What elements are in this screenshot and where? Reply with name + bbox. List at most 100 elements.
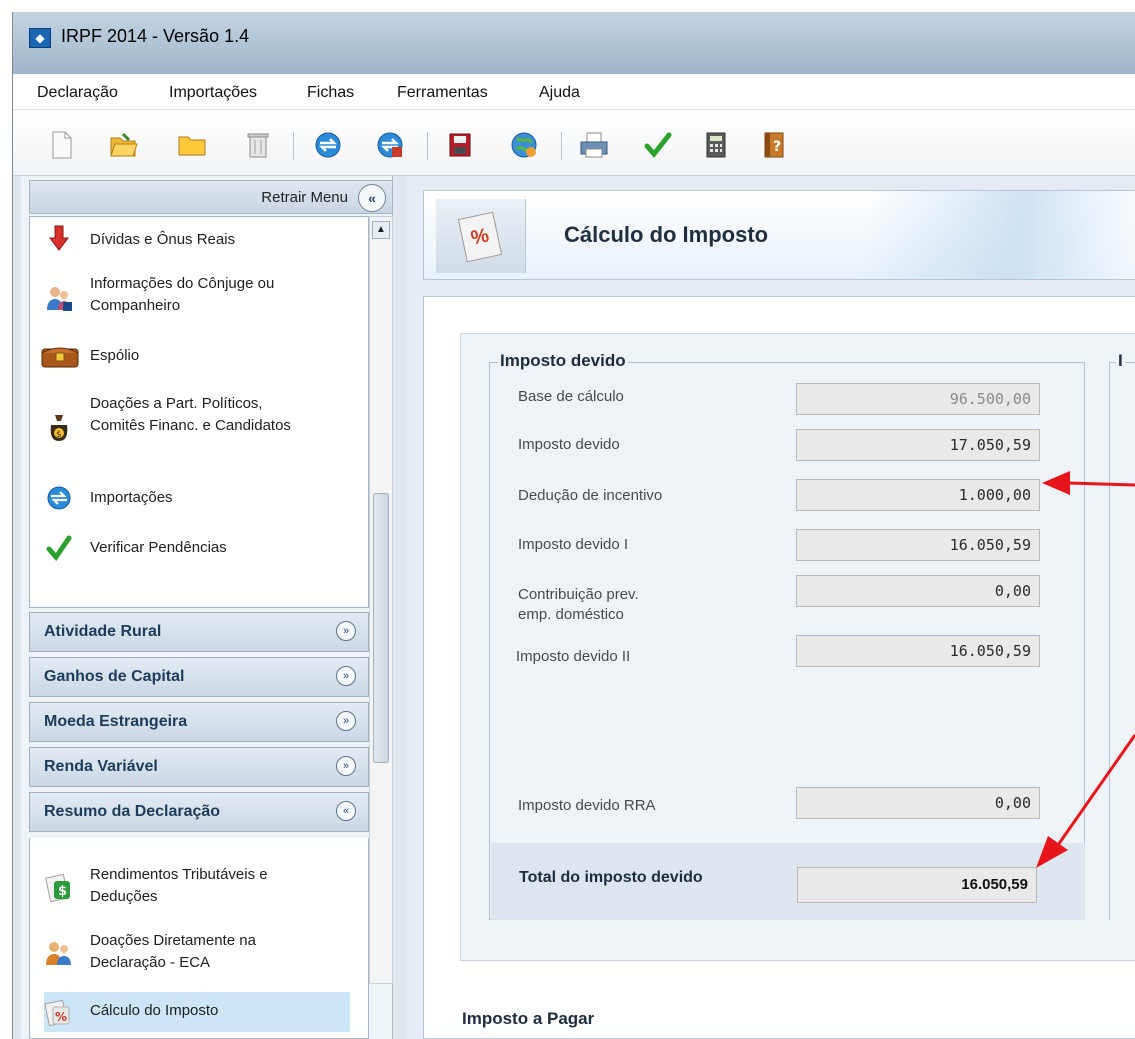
save-icon[interactable] bbox=[445, 130, 475, 160]
section-resumo-da-declaracao[interactable]: Resumo da Declaração « bbox=[29, 792, 369, 832]
svg-text:%: % bbox=[55, 1010, 67, 1024]
help-book-icon[interactable]: ? bbox=[759, 130, 789, 160]
chest-icon bbox=[40, 341, 80, 371]
imposto-devido-group: Imposto devido Base de cálculo 96.500,00… bbox=[489, 351, 1085, 920]
field-label: Imposto devido RRA bbox=[518, 797, 656, 814]
calculator-icon[interactable] bbox=[701, 130, 731, 160]
section-label: Moeda Estrangeira bbox=[44, 713, 188, 730]
section-label: Resumo da Declaração bbox=[44, 803, 221, 820]
expand-chevron-icon[interactable]: » bbox=[336, 756, 356, 776]
toolbar: ? bbox=[13, 110, 1135, 176]
section-moeda-estrangeira[interactable]: Moeda Estrangeira » bbox=[29, 702, 369, 742]
window-title: IRPF 2014 - Versão 1.4 bbox=[61, 26, 250, 46]
base-de-calculo-field: 96.500,00 bbox=[796, 383, 1040, 415]
sidebar-item-label: Importações bbox=[90, 489, 173, 506]
group-title: I bbox=[1116, 351, 1125, 371]
scroll-up-icon[interactable]: ▲ bbox=[372, 221, 390, 239]
globe-icon[interactable] bbox=[509, 130, 539, 160]
title-bar: ◆ IRPF 2014 - Versão 1.4 bbox=[13, 12, 1135, 74]
sidebar-item-label: Rendimentos Tributáveis e Deduções bbox=[90, 866, 268, 905]
sidebar-item-label: Verificar Pendências bbox=[90, 539, 227, 556]
print-icon[interactable] bbox=[579, 130, 609, 160]
section-renda-variavel[interactable]: Renda Variável » bbox=[29, 747, 369, 787]
people-icon bbox=[44, 938, 74, 968]
menu-ajuda[interactable]: Ajuda bbox=[539, 84, 580, 102]
import-icon bbox=[44, 483, 74, 513]
menu-declaracao[interactable]: Declaração bbox=[37, 84, 118, 102]
page-title: Cálculo do Imposto bbox=[564, 222, 769, 247]
application-window: ◆ IRPF 2014 - Versão 1.4 Declaração Impo… bbox=[12, 12, 1135, 1039]
toolbar-separator bbox=[561, 132, 562, 160]
sidebar-scrollbar[interactable]: ▲ bbox=[369, 216, 393, 984]
expand-chevron-icon[interactable]: » bbox=[336, 621, 356, 641]
sidebar-item-label: Informações do Cônjuge ou Companheiro bbox=[90, 275, 275, 314]
imposto-devido-ii-field: 16.050,59 bbox=[796, 635, 1040, 667]
section-ganhos-de-capital[interactable]: Ganhos de Capital » bbox=[29, 657, 369, 697]
donation-bag-icon: $ bbox=[44, 413, 74, 443]
summary-submenu: $ Rendimentos Tributáveis e Deduções Doa… bbox=[29, 838, 369, 1039]
second-group: I bbox=[1109, 351, 1135, 920]
banner-image: % bbox=[436, 199, 526, 273]
sidebar-item-label: Cálculo do Imposto bbox=[90, 1002, 219, 1019]
imposto-devido-i-field: 16.050,59 bbox=[796, 529, 1040, 561]
toolbar-separator bbox=[293, 132, 294, 160]
transmit-icon[interactable] bbox=[375, 130, 405, 160]
total-band: Total do imposto devido 16.050,59 bbox=[491, 843, 1085, 920]
collapse-menu-button[interactable]: « bbox=[358, 184, 386, 212]
sidebar-item-label: Espólio bbox=[90, 347, 140, 364]
total-imposto-devido-field: 16.050,59 bbox=[797, 867, 1037, 903]
money-card-icon: $ bbox=[44, 872, 74, 902]
section-label: Renda Variável bbox=[44, 758, 158, 775]
field-label: Base de cálculo bbox=[518, 388, 624, 405]
imposto-a-pagar-title: Imposto a Pagar bbox=[462, 1009, 595, 1028]
imposto-devido-field: 17.050,59 bbox=[796, 429, 1040, 461]
sidebar-item-label: Dívidas e Ônus Reais bbox=[90, 231, 236, 248]
check-icon bbox=[44, 533, 74, 563]
svg-text:$: $ bbox=[58, 884, 67, 899]
folder-icon[interactable] bbox=[177, 130, 207, 160]
field-label: Imposto devido II bbox=[516, 648, 631, 665]
menu-fichas[interactable]: Fichas bbox=[307, 84, 354, 102]
tax-panel: Imposto devido Base de cálculo 96.500,00… bbox=[460, 333, 1135, 961]
sidebar-menu-list: Dívidas e Ônus Reais Informações do Cônj… bbox=[29, 216, 369, 608]
menu-bar: Declaração Importações Fichas Ferramenta… bbox=[13, 74, 1135, 110]
expand-chevron-icon[interactable]: » bbox=[336, 711, 356, 731]
import-icon[interactable] bbox=[313, 130, 343, 160]
field-label: Imposto devido bbox=[518, 436, 620, 453]
open-folder-icon[interactable] bbox=[109, 130, 139, 160]
section-atividade-rural[interactable]: Atividade Rural » bbox=[29, 612, 369, 652]
svg-text:$: $ bbox=[56, 430, 62, 440]
section-label: Ganhos de Capital bbox=[44, 668, 185, 685]
collapse-menu-label: Retrair Menu bbox=[261, 189, 348, 206]
field-label: Contribuição prev. emp. doméstico bbox=[518, 586, 639, 623]
app-icon: ◆ bbox=[29, 28, 51, 48]
svg-text:?: ? bbox=[773, 139, 781, 155]
collapse-menu-bar: Retrair Menu « bbox=[29, 180, 393, 214]
expand-chevron-icon[interactable]: » bbox=[336, 666, 356, 686]
menu-importacoes[interactable]: Importações bbox=[169, 84, 257, 102]
page-header-banner: % Cálculo do Imposto bbox=[423, 190, 1135, 280]
toolbar-separator bbox=[427, 132, 428, 160]
sidebar-item-label: Doações Diretamente na Declaração - ECA bbox=[90, 932, 256, 971]
new-file-icon[interactable] bbox=[47, 130, 77, 160]
deducao-de-incentivo-field: 1.000,00 bbox=[796, 479, 1040, 511]
field-label: Dedução de incentivo bbox=[518, 487, 663, 504]
check-icon[interactable] bbox=[643, 130, 673, 160]
sidebar: Retrair Menu « Dívidas e Ônus Reais Info… bbox=[21, 176, 393, 1039]
sidebar-item-label: Doações a Part. Políticos, Comitês Finan… bbox=[90, 395, 291, 434]
field-label: Imposto devido I bbox=[518, 536, 629, 553]
percent-card-icon: % bbox=[457, 211, 503, 263]
content-area: Imposto devido Base de cálculo 96.500,00… bbox=[423, 296, 1135, 1039]
main-panel: % Cálculo do Imposto Imposto devido Base… bbox=[407, 176, 1135, 1039]
section-label: Atividade Rural bbox=[44, 623, 162, 640]
menu-ferramentas[interactable]: Ferramentas bbox=[397, 84, 488, 102]
collapse-chevron-icon[interactable]: « bbox=[336, 801, 356, 821]
imposto-devido-rra-field: 0,00 bbox=[796, 787, 1040, 819]
trash-icon[interactable] bbox=[243, 130, 273, 160]
debt-arrow-icon bbox=[44, 223, 74, 253]
contribuicao-prev-field: 0,00 bbox=[796, 575, 1040, 607]
spouse-icon bbox=[44, 283, 74, 313]
scrollbar-thumb[interactable] bbox=[373, 493, 389, 763]
percent-card-icon: % bbox=[44, 998, 74, 1028]
group-title: Imposto devido bbox=[498, 351, 628, 371]
